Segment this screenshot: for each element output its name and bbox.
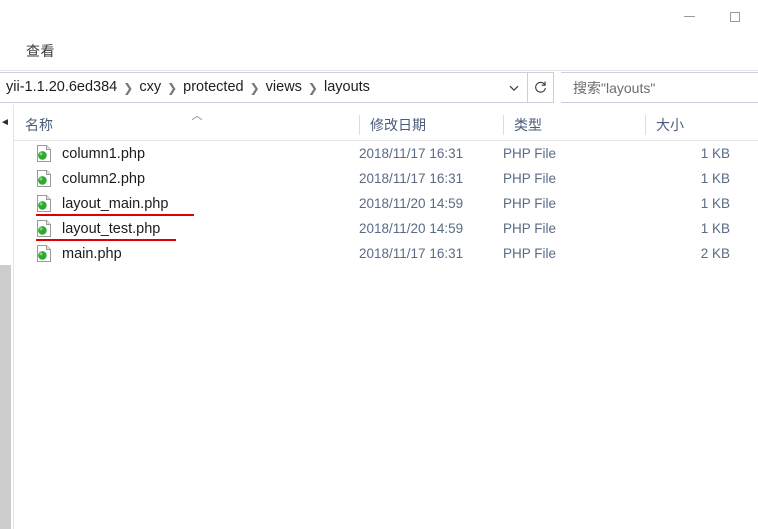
file-list: column1.php 2018/11/17 16:31 PHP File 1 … (14, 141, 758, 529)
table-row[interactable]: layout_test.php 2018/11/20 14:59 PHP Fil… (14, 216, 758, 241)
file-name-cell[interactable]: layout_main.php (14, 191, 168, 216)
file-date-cell: 2018/11/17 16:31 (359, 170, 464, 186)
breadcrumb-item-protected[interactable]: protected (178, 75, 248, 100)
file-name-cell[interactable]: column1.php (14, 141, 145, 166)
file-size-cell: 1 KB (700, 170, 730, 186)
breadcrumb-item-root[interactable]: yii-1.1.20.6ed384 (1, 75, 122, 100)
search-input[interactable] (561, 76, 758, 99)
search-box[interactable] (561, 72, 758, 103)
column-header-date-modified[interactable]: 修改日期 (359, 110, 503, 140)
file-name-label: column2.php (62, 170, 146, 187)
column-header-date-label: 修改日期 (370, 117, 426, 133)
minimize-icon (683, 16, 695, 17)
file-date-cell: 2018/11/17 16:31 (359, 245, 464, 261)
file-size-cell: 1 KB (700, 195, 730, 211)
php-file-icon (36, 170, 52, 187)
file-type-cell: PHP File (503, 145, 557, 161)
php-file-icon (36, 220, 52, 237)
column-header-name-label: 名称 (25, 117, 53, 133)
nav-collapse-arrow-icon[interactable]: ◄ (0, 118, 8, 128)
file-date-cell: 2018/11/20 14:59 (359, 195, 464, 211)
table-row[interactable]: layout_main.php 2018/11/20 14:59 PHP Fil… (14, 191, 758, 216)
column-header-type[interactable]: 类型 (503, 110, 645, 140)
maximize-icon (730, 11, 740, 22)
file-explorer-window: 查看 yii-1.1.20.6ed384 ❯ cxy ❯ protected ❯… (0, 0, 758, 529)
file-name-cell[interactable]: main.php (14, 241, 122, 266)
breadcrumb-item-cxy[interactable]: cxy (134, 75, 166, 100)
file-name-label: column1.php (62, 145, 146, 162)
breadcrumb-item-layouts[interactable]: layouts (319, 75, 375, 100)
column-header-size-label: 大小 (656, 117, 684, 133)
breadcrumb-separator-icon: ❯ (167, 80, 178, 95)
window-controls (666, 0, 758, 33)
column-header-size[interactable]: 大小 (645, 110, 758, 140)
breadcrumb-item-views[interactable]: views (261, 75, 307, 100)
column-divider[interactable] (503, 115, 504, 135)
navigation-pane-scrollbar[interactable] (0, 265, 11, 529)
sort-ascending-icon: ︿ (191, 110, 203, 122)
file-type-cell: PHP File (503, 195, 557, 211)
file-type-cell: PHP File (503, 170, 557, 186)
column-header-type-label: 类型 (514, 117, 542, 133)
refresh-icon (535, 81, 546, 93)
file-size-cell: 2 KB (700, 245, 730, 261)
file-size-cell: 1 KB (700, 145, 730, 161)
column-header-row: 名称 ︿ 修改日期 类型 大小 (14, 110, 758, 141)
file-name-label: layout_main.php (62, 195, 169, 212)
file-name-cell[interactable]: layout_test.php (14, 216, 160, 241)
chevron-down-icon (509, 85, 519, 91)
column-divider[interactable] (645, 115, 646, 135)
column-header-name[interactable]: 名称 ︿ (14, 110, 359, 140)
file-type-cell: PHP File (503, 220, 557, 236)
table-row[interactable]: main.php 2018/11/17 16:31 PHP File 2 KB (14, 241, 758, 266)
address-bar-actions (501, 73, 553, 102)
table-row[interactable]: column1.php 2018/11/17 16:31 PHP File 1 … (14, 141, 758, 166)
file-date-cell: 2018/11/20 14:59 (359, 220, 464, 236)
ribbon-tab-bar: 查看 (0, 33, 758, 71)
breadcrumb-separator-icon: ❯ (123, 80, 134, 95)
address-bar-row: yii-1.1.20.6ed384 ❯ cxy ❯ protected ❯ vi… (0, 72, 758, 104)
breadcrumb-separator-icon: ❯ (249, 80, 260, 95)
file-name-cell[interactable]: column2.php (14, 166, 145, 191)
column-divider[interactable] (359, 115, 360, 135)
breadcrumb: yii-1.1.20.6ed384 ❯ cxy ❯ protected ❯ vi… (0, 75, 501, 100)
file-size-cell: 1 KB (700, 220, 730, 236)
table-row[interactable]: column2.php 2018/11/17 16:31 PHP File 1 … (14, 166, 758, 191)
file-type-cell: PHP File (503, 245, 557, 261)
php-file-icon (36, 145, 52, 162)
php-file-icon (36, 245, 52, 262)
file-name-label: main.php (62, 245, 122, 262)
php-file-icon (36, 195, 52, 212)
file-name-label: layout_test.php (62, 220, 161, 237)
tab-view[interactable]: 查看 (26, 41, 55, 61)
breadcrumb-separator-icon: ❯ (307, 80, 318, 95)
maximize-button[interactable] (712, 2, 758, 32)
navigation-pane: ◄ (0, 105, 14, 529)
title-bar (0, 0, 758, 33)
minimize-button[interactable] (666, 2, 712, 32)
history-dropdown-button[interactable] (501, 73, 527, 102)
refresh-button[interactable] (527, 73, 553, 102)
address-bar[interactable]: yii-1.1.20.6ed384 ❯ cxy ❯ protected ❯ vi… (0, 72, 554, 103)
file-date-cell: 2018/11/17 16:31 (359, 145, 464, 161)
